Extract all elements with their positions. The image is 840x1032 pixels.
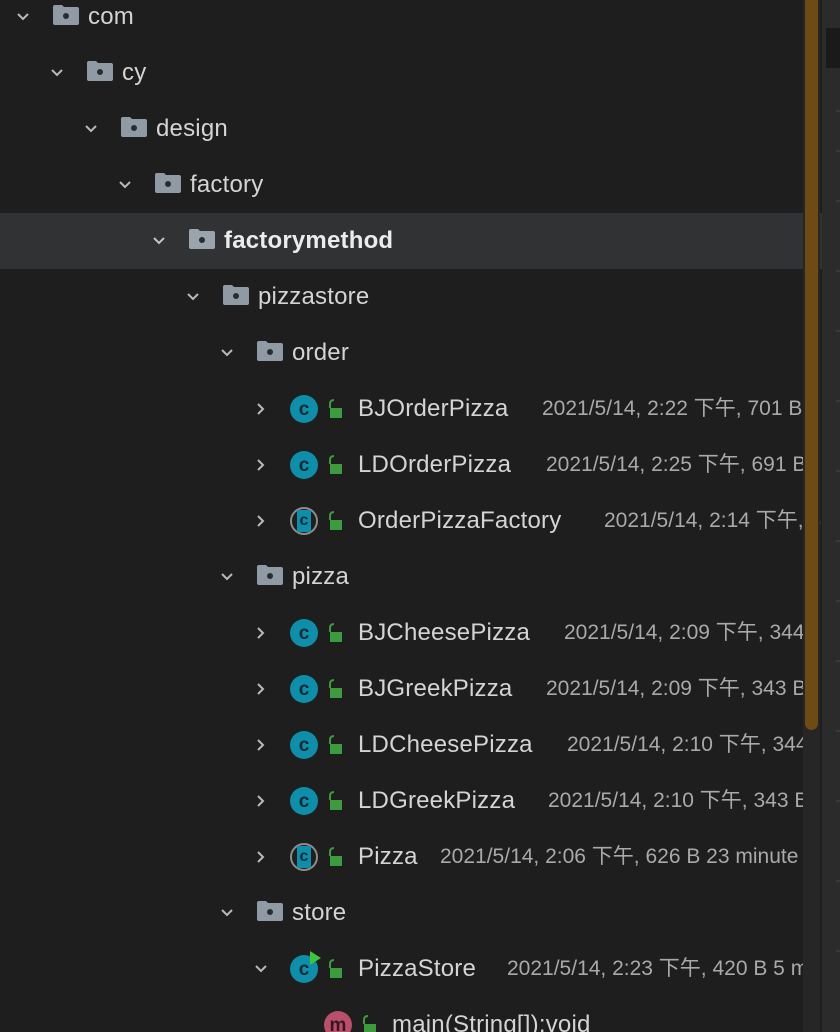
public-lock-icon [324, 398, 344, 420]
chevron-right-icon[interactable] [248, 773, 274, 829]
chevron-down-icon[interactable] [146, 213, 172, 269]
abstract-class-icon: c [290, 843, 318, 871]
chevron-right-icon[interactable] [248, 437, 274, 493]
public-lock-icon [324, 846, 344, 868]
project-tree: com cy design factory factorymethod pizz… [0, 0, 822, 1032]
chevron-down-icon[interactable] [214, 885, 240, 941]
chevron-down-icon[interactable] [78, 101, 104, 157]
tree-node-class[interactable]: c LDGreekPizza 2021/5/14, 2:10 下午, 343 B [0, 773, 822, 829]
tree-node-label: com [88, 3, 134, 30]
chevron-down-icon[interactable] [214, 325, 240, 381]
tree-node-label: pizza [292, 563, 350, 590]
chevron-right-icon[interactable] [248, 381, 274, 437]
tree-node-com[interactable]: com [0, 0, 822, 45]
class-name: BJCheesePizza [358, 619, 531, 646]
package-folder-icon [256, 900, 284, 922]
chevron-right-icon[interactable] [248, 605, 274, 661]
package-folder-icon [154, 172, 182, 194]
file-meta: 2021/5/14, 2:09 下午, 344 [564, 621, 805, 644]
tree-node-factorymethod[interactable]: factorymethod [0, 213, 822, 269]
tree-node-class[interactable]: c PizzaStore 2021/5/14, 2:23 下午, 420 B 5… [0, 941, 822, 997]
tree-node-pizza[interactable]: pizza [0, 549, 822, 605]
class-icon: c [290, 395, 318, 423]
class-name: BJGreekPizza [358, 675, 513, 702]
chevron-down-icon[interactable] [214, 549, 240, 605]
tree-node-class[interactable]: c LDOrderPizza 2021/5/14, 2:25 下午, 691 B [0, 437, 822, 493]
tree-node-factory[interactable]: factory [0, 157, 822, 213]
chevron-down-icon[interactable] [44, 45, 70, 101]
class-name: LDGreekPizza [358, 787, 516, 814]
package-folder-icon [256, 340, 284, 362]
public-lock-icon [324, 678, 344, 700]
class-name: OrderPizzaFactory [358, 507, 562, 534]
class-icon: c [290, 675, 318, 703]
tree-node-class[interactable]: c BJGreekPizza 2021/5/14, 2:09 下午, 343 B [0, 661, 822, 717]
method-name: main(String[]):void [392, 1011, 591, 1032]
class-name: PizzaStore [358, 955, 477, 982]
tree-node-label: order [292, 339, 350, 366]
file-meta: 2021/5/14, 2:10 下午, 343 B [548, 789, 809, 812]
public-lock-icon [324, 734, 344, 756]
tree-node-label: factory [190, 171, 264, 198]
class-icon: c [290, 787, 318, 815]
chevron-down-icon[interactable] [10, 0, 36, 45]
tree-node-cy[interactable]: cy [0, 45, 822, 101]
package-folder-icon [256, 564, 284, 586]
editor-gutter-edge [822, 0, 840, 1032]
chevron-down-icon[interactable] [180, 269, 206, 325]
chevron-right-icon[interactable] [248, 829, 274, 885]
tree-node-store[interactable]: store [0, 885, 822, 941]
tree-node-label: design [156, 115, 228, 142]
file-meta: 2021/5/14, 2:25 下午, 691 B [546, 453, 807, 476]
package-folder-icon [120, 116, 148, 138]
tree-node-class[interactable]: c Pizza 2021/5/14, 2:06 下午, 626 B 23 min… [0, 829, 822, 885]
public-lock-icon [324, 510, 344, 532]
tree-node-label: cy [122, 59, 147, 86]
class-icon: c [290, 451, 318, 479]
package-folder-icon [188, 228, 216, 250]
tree-node-class[interactable]: c OrderPizzaFactory 2021/5/14, 2:14 下午, … [0, 493, 822, 549]
method-icon: m [324, 1011, 352, 1032]
chevron-right-icon[interactable] [248, 661, 274, 717]
package-folder-icon [86, 60, 114, 82]
file-meta: 2021/5/14, 2:06 下午, 626 B 23 minute [440, 845, 799, 868]
tree-node-design[interactable]: design [0, 101, 822, 157]
tree-node-pizzastore[interactable]: pizzastore [0, 269, 822, 325]
chevron-down-icon[interactable] [248, 941, 274, 997]
class-name: BJOrderPizza [358, 395, 509, 422]
tree-node-method[interactable]: m main(String[]):void [0, 997, 822, 1032]
class-icon: c [290, 731, 318, 759]
file-meta: 2021/5/14, 2:23 下午, 420 B 5 m [507, 957, 809, 980]
tree-node-order[interactable]: order [0, 325, 822, 381]
tree-node-label: pizzastore [258, 283, 370, 310]
tree-node-class[interactable]: c BJCheesePizza 2021/5/14, 2:09 下午, 344 [0, 605, 822, 661]
tree-node-label: factorymethod [224, 227, 394, 254]
abstract-class-icon: c [290, 507, 318, 535]
run-marker-icon [310, 951, 321, 965]
tree-node-class[interactable]: c LDCheesePizza 2021/5/14, 2:10 下午, 344 [0, 717, 822, 773]
public-lock-icon [358, 1014, 378, 1032]
file-meta: 2021/5/14, 2:09 下午, 343 B [546, 677, 807, 700]
class-name: LDCheesePizza [358, 731, 533, 758]
file-meta: 2021/5/14, 2:14 下午, 8 [604, 509, 822, 532]
public-lock-icon [324, 790, 344, 812]
package-folder-icon [52, 4, 80, 26]
package-folder-icon [222, 284, 250, 306]
class-icon: c [290, 619, 318, 647]
file-meta: 2021/5/14, 2:22 下午, 701 B [542, 397, 803, 420]
file-meta: 2021/5/14, 2:10 下午, 344 [567, 733, 808, 756]
public-lock-icon [324, 958, 344, 980]
vertical-scrollbar-thumb[interactable] [805, 0, 818, 730]
class-name: LDOrderPizza [358, 451, 512, 478]
chevron-down-icon[interactable] [112, 157, 138, 213]
class-name: Pizza [358, 843, 418, 870]
public-lock-icon [324, 454, 344, 476]
chevron-right-icon[interactable] [248, 717, 274, 773]
public-lock-icon [324, 622, 344, 644]
tree-node-class[interactable]: c BJOrderPizza 2021/5/14, 2:22 下午, 701 B [0, 381, 822, 437]
tree-node-label: store [292, 899, 347, 926]
chevron-right-icon[interactable] [248, 493, 274, 549]
